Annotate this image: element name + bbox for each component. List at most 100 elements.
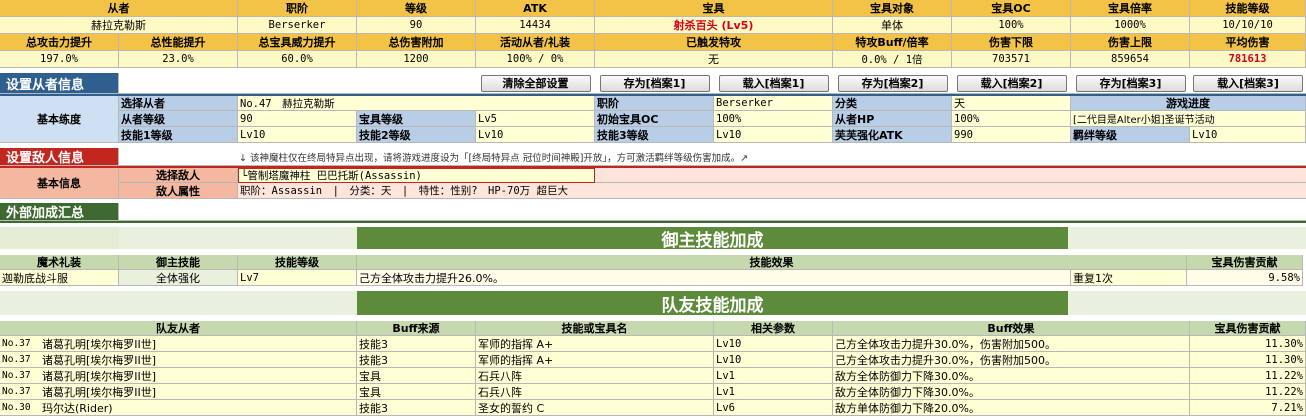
select-enemy-dropdown[interactable]: └管制塔魔神柱 巴巴托斯(Assassin)	[238, 168, 595, 183]
blank	[1068, 227, 1306, 249]
servant-hp-label: 从者HP	[833, 111, 952, 127]
skill-or-np-header: 技能或宝具名	[476, 321, 714, 336]
save1-cell: 存为[档案1]	[595, 73, 714, 94]
header-dmg-avg: 平均伤害	[1190, 34, 1306, 51]
param[interactable]: Lv10	[714, 352, 833, 368]
master-skill-title: 御主技能加成	[357, 227, 1068, 249]
ally-np-contribution-header: 宝具伤害贡献	[1190, 321, 1306, 336]
param[interactable]: Lv10	[714, 336, 833, 352]
skill2-label: 技能2等级	[357, 127, 476, 143]
skill-level-header: 技能等级	[238, 255, 357, 270]
external-divider	[0, 221, 1306, 223]
enemy-note: ↓ 该神魔柱仅在终局特异点出现，请将游戏进度设为「[终局特异点 冠位时间神殿]开…	[119, 148, 1306, 166]
buff-effect: 敌方全体防御力下降30.0%。	[833, 384, 1190, 400]
class-label: 职阶	[595, 96, 714, 111]
ally-no: No.37	[0, 368, 40, 384]
buff-source[interactable]: 技能3	[357, 352, 476, 368]
game-progress-dropdown[interactable]: [二代目是Alter小姐]圣诞节活动	[1071, 111, 1306, 127]
fou-atk-label: 芙芙强化ATK	[833, 127, 952, 143]
blank	[119, 291, 357, 315]
master-skill-value[interactable]: 全体强化	[119, 270, 238, 286]
skill2-input[interactable]: Lv10	[476, 127, 595, 143]
np-level-label: 宝具等级	[357, 111, 476, 127]
ally-servant-name[interactable]: 诸葛孔明[埃尔梅罗II世]	[40, 368, 357, 384]
master-skill-header: 御主技能	[119, 255, 238, 270]
buff-effect: 敌方全体防御力下降30.0%。	[833, 368, 1190, 384]
skill1-input[interactable]: Lv10	[238, 127, 357, 143]
load-profile-1-button[interactable]: 载入[档案1]	[718, 74, 829, 92]
skill3-input[interactable]: Lv10	[714, 127, 833, 143]
param[interactable]: Lv6	[714, 400, 833, 416]
game-progress-label: 游戏进度	[1071, 96, 1306, 111]
np-contribution: 11.30%	[1190, 352, 1306, 368]
servant-hp-input[interactable]: 100%	[952, 111, 1071, 127]
buff-source[interactable]: 宝具	[357, 368, 476, 384]
summary-value-row-1: 赫拉克勒斯 Berserker 90 14434 射杀百头 (Lv5) 单体 1…	[0, 17, 1306, 34]
external-section-title: 外部加成汇总	[0, 203, 119, 221]
skill-level-value[interactable]: Lv7	[238, 270, 357, 286]
save-profile-2-button[interactable]: 存为[档案2]	[837, 74, 948, 92]
blank	[119, 203, 1306, 221]
np-contribution: 11.22%	[1190, 384, 1306, 400]
servant-row-1: 选择从者 No.47 赫拉克勒斯 职阶 Berserker 分类 天 游戏进度	[119, 96, 1306, 111]
table-row: No.30 玛尔达(Rider) 技能3 圣女的誓约 C Lv6 敌方单体防御力…	[0, 400, 1306, 416]
np-level-input[interactable]: Lv5	[476, 111, 595, 127]
header-atk: ATK	[476, 0, 595, 17]
category-value: 天	[952, 96, 1071, 111]
header-class: 职阶	[238, 0, 357, 17]
header-level: 等级	[357, 0, 476, 17]
servant-level-input[interactable]: 90	[238, 111, 357, 127]
value-total-atk-up: 197.0%	[0, 51, 119, 68]
buff-source[interactable]: 技能3	[357, 336, 476, 352]
enemy-attr-value: 职阶：Assassin | 分类：天 | 特性：性别? HP-70万 超巨大	[238, 183, 1306, 199]
load3-cell: 载入[档案3]	[1190, 73, 1306, 94]
servant-level-label: 从者等级	[119, 111, 238, 127]
buff-effect: 己方全体攻击力提升30.0%，伤害附加500。	[833, 352, 1190, 368]
value-total-dmg-plus: 1200	[357, 51, 476, 68]
blank	[0, 291, 119, 315]
skill-name: 圣女的誓约 C	[476, 400, 714, 416]
skill-name: 石兵八阵	[476, 384, 714, 400]
save2-cell: 存为[档案2]	[833, 73, 952, 94]
save-profile-1-button[interactable]: 存为[档案1]	[599, 74, 710, 92]
ally-servant-name[interactable]: 诸葛孔明[埃尔梅罗II世]	[40, 336, 357, 352]
ally-servant-name[interactable]: 玛尔达(Rider)	[40, 400, 357, 416]
initial-oc-input[interactable]: 100%	[714, 111, 833, 127]
param[interactable]: Lv1	[714, 384, 833, 400]
value-np-multiplier: 1000%	[1071, 17, 1190, 34]
param[interactable]: Lv1	[714, 368, 833, 384]
blank	[119, 227, 357, 249]
clear-all-cell: 清除全部设置	[476, 73, 595, 94]
value-servant: 赫拉克勒斯	[0, 17, 238, 34]
repeat-count[interactable]: 重复1次	[1071, 270, 1187, 286]
table-row: No.37 诸葛孔明[埃尔梅罗II世] 宝具 石兵八阵 Lv1 敌方全体防御力下…	[0, 384, 1306, 400]
load-profile-3-button[interactable]: 载入[档案3]	[1193, 74, 1303, 92]
servant-row-3: 技能1等级 Lv10 技能2等级 Lv10 技能3等级 Lv10 芙芙强化ATK…	[119, 127, 1306, 143]
bond-level-input[interactable]: Lv10	[1190, 127, 1306, 143]
enemy-row-1-filler	[595, 168, 1306, 183]
blank	[1068, 291, 1306, 315]
clear-all-button[interactable]: 清除全部设置	[480, 74, 591, 92]
mystic-code-header: 魔术礼装	[0, 255, 119, 270]
mystic-code-value[interactable]: 迦勒底战斗服	[0, 270, 119, 286]
blank	[0, 227, 119, 249]
table-row: No.37 诸葛孔明[埃尔梅罗II世] 技能3 军师的指挥 A+ Lv10 己方…	[0, 352, 1306, 368]
load-profile-2-button[interactable]: 载入[档案2]	[956, 74, 1067, 92]
np-contribution: 7.21%	[1190, 400, 1306, 416]
buff-source[interactable]: 宝具	[357, 384, 476, 400]
save-profile-3-button[interactable]: 存为[档案3]	[1075, 74, 1186, 92]
fou-atk-input[interactable]: 990	[952, 127, 1071, 143]
ally-servant-header: 队友从者	[0, 321, 357, 336]
skill-name: 军师的指挥 A+	[476, 336, 714, 352]
header-total-np-up: 总宝具威力提升	[238, 34, 357, 51]
ally-servant-name[interactable]: 诸葛孔明[埃尔梅罗II世]	[40, 384, 357, 400]
select-servant-dropdown[interactable]: No.47 赫拉克勒斯	[238, 96, 595, 111]
ally-servant-name[interactable]: 诸葛孔明[埃尔梅罗II世]	[40, 352, 357, 368]
enemy-row-2: 敌人属性 职阶：Assassin | 分类：天 | 特性：性别? HP-70万 …	[119, 183, 1306, 199]
value-dmg-min: 703571	[952, 51, 1071, 68]
servant-row-2: 从者等级 90 宝具等级 Lv5 初始宝具OC 100% 从者HP 100% […	[119, 111, 1306, 127]
enemy-section-bar: 设置敌人信息 ↓ 该神魔柱仅在终局特异点出现，请将游戏进度设为「[终局特异点 冠…	[0, 148, 1306, 166]
buff-source[interactable]: 技能3	[357, 400, 476, 416]
spreadsheet: 从者 职阶 等级 ATK 宝具 宝具对象 宝具OC 宝具倍率 技能等级 赫拉克勒…	[0, 0, 1306, 418]
value-skill-levels: 10/10/10	[1190, 17, 1306, 34]
